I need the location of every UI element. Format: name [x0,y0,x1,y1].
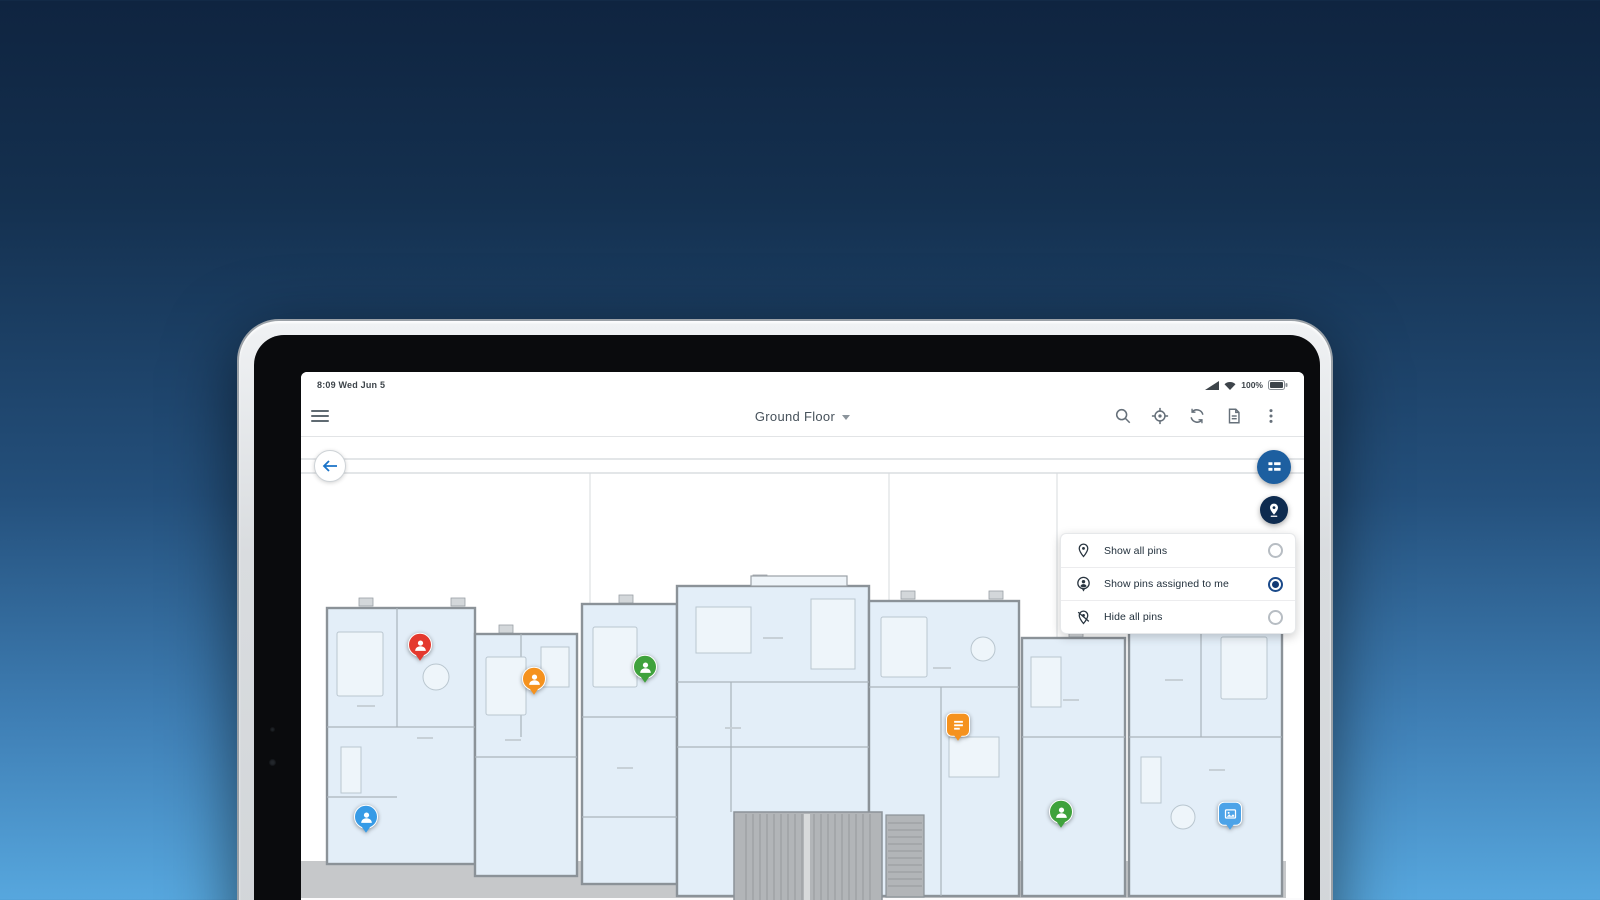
wifi-icon [1224,381,1236,390]
person-pin-icon [1075,576,1092,593]
cellular-signal-icon [1205,380,1220,390]
pin-visibility-menu: Show all pins Show pins assigned to me H… [1060,533,1296,634]
battery-percent: 100% [1241,380,1263,390]
front-camera-lens-icon [269,759,276,766]
app-bar: Ground Floor [301,396,1304,437]
pin-person[interactable] [522,666,546,695]
pin-off-icon [1075,609,1092,626]
menu-item-hide-all-pins[interactable]: Hide all pins [1061,600,1295,633]
tablet-device: 8:09 Wed Jun 5 100% Ground Floor Show al… [237,319,1333,900]
floorplan-canvas[interactable]: Show all pins Show pins assigned to me H… [301,437,1304,900]
back-button[interactable] [314,450,346,482]
front-camera-icon [270,727,275,732]
sheet-legend-button[interactable] [1257,450,1291,484]
radio-pins-assigned-to-me[interactable] [1268,576,1283,592]
tablet-bezel: 8:09 Wed Jun 5 100% Ground Floor Show al… [254,335,1320,900]
search-icon[interactable] [1114,407,1132,425]
back-arrow-icon [322,460,337,472]
pin-note[interactable] [946,712,970,741]
sheet-title[interactable]: Ground Floor [755,409,835,424]
overflow-menu-icon[interactable] [1262,407,1280,425]
pin-photo[interactable] [1218,801,1242,830]
radio-show-all-pins[interactable] [1268,543,1283,558]
menu-item-show-all-pins[interactable]: Show all pins [1061,534,1295,567]
pin-person[interactable] [1049,799,1073,828]
pin-icon [1075,542,1092,559]
menu-label: Hide all pins [1104,611,1163,623]
chevron-down-icon[interactable] [842,414,851,420]
menu-label: Show all pins [1104,544,1168,557]
target-icon[interactable] [1151,407,1169,425]
tablet-screen: 8:09 Wed Jun 5 100% Ground Floor Show al… [301,372,1304,900]
battery-icon [1268,380,1288,390]
floorplan-drawing [301,458,1304,900]
pin-person[interactable] [354,804,378,833]
sync-icon[interactable] [1188,407,1206,425]
menu-label: Show pins assigned to me [1104,578,1229,590]
status-bar: 8:09 Wed Jun 5 100% [301,372,1304,396]
pin-visibility-button[interactable] [1260,496,1288,524]
radio-hide-all-pins[interactable] [1268,609,1283,625]
pin-person[interactable] [633,654,657,683]
status-time-date: 8:09 Wed Jun 5 [317,380,386,390]
map-pin-icon [1270,503,1278,517]
menu-icon[interactable] [311,408,329,424]
legend-icon [1267,461,1281,471]
document-icon[interactable] [1225,407,1243,425]
pin-person[interactable] [408,632,432,661]
menu-item-pins-assigned-to-me[interactable]: Show pins assigned to me [1061,567,1295,600]
